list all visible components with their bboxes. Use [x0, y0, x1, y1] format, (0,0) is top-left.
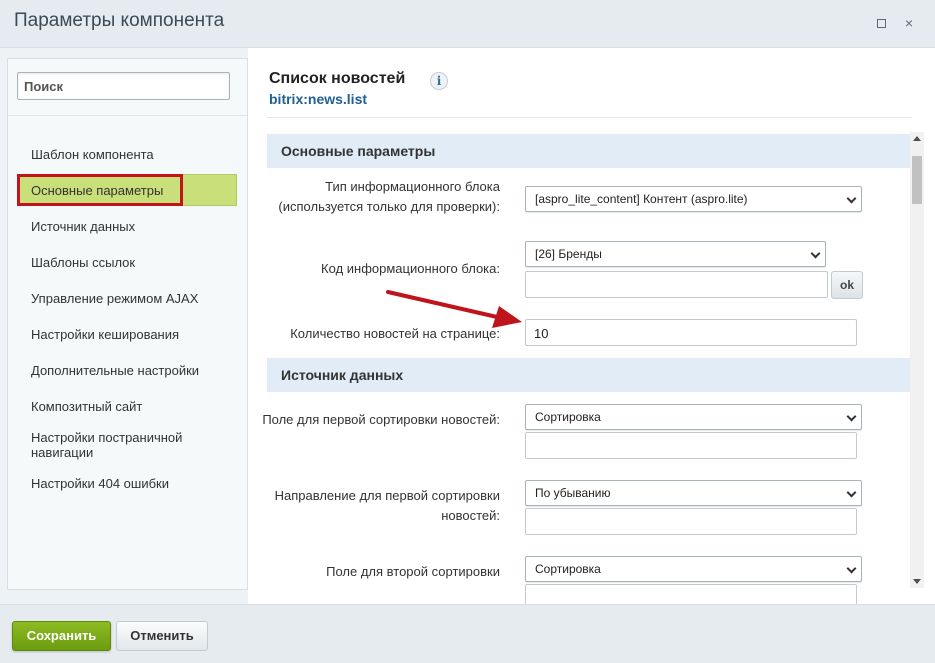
sort-order1-label: Направление для первой сортировки новост… — [274, 488, 500, 523]
sort-order1-value: По убыванию — [535, 486, 611, 500]
section-main-params[interactable]: Основные параметры — [267, 134, 911, 168]
header-divider — [267, 117, 912, 118]
iblock-type-select[interactable]: [aspro_lite_content] Контент (aspro.lite… — [525, 186, 862, 212]
dialog-titlebar: Параметры компонента × — [0, 0, 935, 48]
news-count-input[interactable]: 10 — [525, 319, 857, 346]
sidebar-item-template[interactable]: Шаблон компонента — [31, 147, 154, 162]
scroll-down-icon[interactable] — [913, 579, 921, 584]
search-input[interactable] — [17, 72, 230, 100]
sort-by2-custom-input[interactable] — [525, 584, 857, 604]
sort-by2-label: Поле для второй сортировки — [326, 564, 500, 579]
sidebar-item-cache[interactable]: Настройки кеширования — [31, 327, 179, 342]
iblock-code-label: Код информационного блока: — [321, 261, 500, 276]
maximize-icon[interactable] — [872, 14, 890, 32]
ok-button[interactable]: ok — [831, 271, 863, 299]
sidebar-item-data-source[interactable]: Источник данных — [31, 219, 135, 234]
info-icon[interactable]: i — [430, 72, 448, 90]
dialog-title: Параметры компонента — [14, 10, 225, 31]
sort-by2-select[interactable]: Сортировка — [525, 556, 862, 582]
chevron-down-icon — [846, 487, 857, 498]
sidebar-divider — [8, 115, 247, 116]
sidebar-item-404[interactable]: Настройки 404 ошибки — [31, 476, 169, 491]
scroll-thumb[interactable] — [912, 156, 922, 204]
sort-by2-value: Сортировка — [535, 562, 601, 576]
component-title: Список новостей — [269, 70, 406, 87]
save-button[interactable]: Сохранить — [12, 621, 111, 651]
sidebar-item-composite[interactable]: Композитный сайт — [31, 399, 142, 414]
iblock-code-input[interactable] — [525, 271, 828, 298]
chevron-down-icon — [846, 193, 857, 204]
news-count-label: Количество новостей на странице: — [290, 326, 500, 341]
iblock-type-label: Тип информационного блока (используется … — [278, 179, 500, 214]
sidebar-item-pager[interactable]: Настройки постраничной навигации — [31, 430, 201, 460]
iblock-code-value: [26] Бренды — [535, 247, 602, 261]
scroll-up-icon[interactable] — [913, 136, 921, 141]
sort-by1-select[interactable]: Сортировка — [525, 404, 862, 430]
sidebar-item-ajax[interactable]: Управление режимом AJAX — [31, 291, 198, 306]
chevron-down-icon — [810, 248, 821, 259]
annotation-highlight-box — [17, 174, 183, 206]
dialog-footer: Сохранить Отменить — [0, 604, 935, 663]
chevron-down-icon — [846, 563, 857, 574]
section-data-source[interactable]: Источник данных — [267, 358, 911, 392]
component-code: bitrix:news.list — [269, 91, 368, 107]
main-panel: Список новостей i bitrix:news.list Основ… — [248, 48, 935, 604]
sort-by1-value: Сортировка — [535, 410, 601, 424]
sort-order1-custom-input[interactable] — [525, 508, 857, 535]
sidebar-item-url-templates[interactable]: Шаблоны ссылок — [31, 255, 135, 270]
chevron-down-icon — [846, 411, 857, 422]
close-icon[interactable]: × — [900, 14, 918, 32]
sort-by1-label: Поле для первой сортировки новостей: — [262, 412, 500, 427]
sort-by1-custom-input[interactable] — [525, 432, 857, 459]
sort-order1-select[interactable]: По убыванию — [525, 480, 862, 506]
iblock-type-value: [aspro_lite_content] Контент (aspro.lite… — [535, 192, 748, 206]
sidebar: Шаблон компонента Основные параметры Ист… — [7, 58, 248, 590]
iblock-code-select[interactable]: [26] Бренды — [525, 241, 826, 267]
cancel-button[interactable]: Отменить — [116, 621, 208, 651]
scrollbar[interactable] — [910, 132, 924, 588]
sidebar-item-additional[interactable]: Дополнительные настройки — [31, 363, 199, 378]
